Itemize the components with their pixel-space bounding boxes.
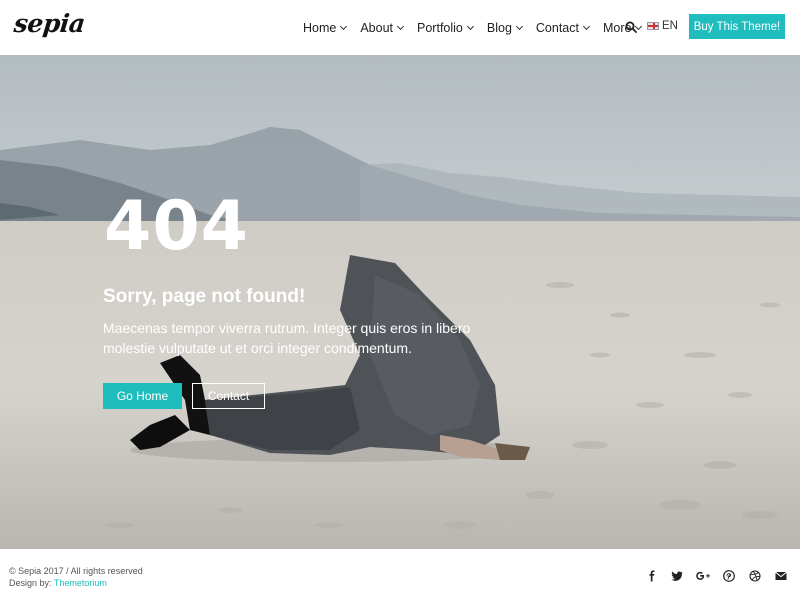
copyright-text: © Sepia 2017 / All rights reserved: [9, 566, 143, 576]
dribbble-icon[interactable]: [749, 570, 761, 582]
nav-item-label: Contact: [535, 20, 579, 35]
nav-item-label: Home: [303, 20, 337, 35]
error-headline: Sorry, page not found!: [103, 286, 306, 307]
nav-item-label: Portfolio: [417, 20, 463, 35]
design-credit: Design by: Themetorium: [9, 577, 107, 589]
site-logo[interactable]: sepia: [12, 9, 86, 38]
chevron-down-icon: [340, 22, 348, 30]
error-description: Maecenas tempor viverra rutrum. Integer …: [103, 320, 471, 356]
design-credit-link[interactable]: Themetorium: [54, 578, 107, 588]
twitter-icon[interactable]: [671, 570, 683, 582]
nav-item-home[interactable]: Home: [303, 20, 348, 35]
facebook-icon[interactable]: [646, 570, 658, 582]
email-icon[interactable]: [775, 570, 787, 582]
nav-item-label: About: [360, 20, 394, 35]
hero-section: 404 Sorry, page not found! Maecenas temp…: [0, 55, 800, 549]
go-home-button[interactable]: Go Home: [103, 383, 182, 409]
main-nav: Home About Portfolio Blog Contact More: [303, 0, 655, 55]
design-credit-label: Design by:: [9, 578, 52, 588]
contact-button[interactable]: Contact: [192, 383, 265, 409]
google-plus-icon[interactable]: [695, 570, 711, 582]
chevron-down-icon: [396, 22, 405, 30]
chevron-down-icon: [582, 22, 591, 30]
language-switcher[interactable]: EN: [647, 20, 678, 32]
nav-item-blog[interactable]: Blog: [486, 20, 523, 35]
nav-item-label: Blog: [486, 20, 512, 35]
nav-item-about[interactable]: About: [360, 20, 405, 35]
pinterest-icon[interactable]: [723, 570, 735, 582]
error-code: 404: [104, 187, 249, 266]
nav-item-portfolio[interactable]: Portfolio: [417, 20, 474, 35]
language-label: EN: [662, 20, 678, 32]
nav-item-contact[interactable]: Contact: [535, 20, 591, 35]
buy-theme-button[interactable]: Buy This Theme!: [689, 14, 785, 39]
chevron-down-icon: [515, 22, 523, 30]
uk-flag-icon: [647, 22, 659, 30]
chevron-down-icon: [466, 22, 474, 30]
site-header: sepia Home About Portfolio Blog Contact …: [0, 0, 800, 55]
search-icon[interactable]: [625, 21, 637, 33]
